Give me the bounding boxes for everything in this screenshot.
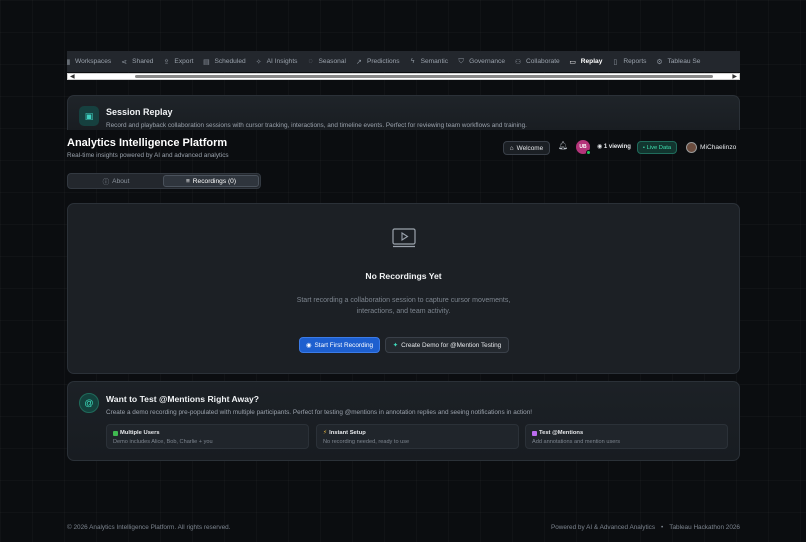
mention-demo-card: @ Want to Test @Mentions Right Away? Cre… [67, 381, 740, 461]
video-play-icon [392, 228, 416, 248]
grid-icon: ▦ [67, 58, 71, 66]
tab-replay[interactable]: ▭ Replay [569, 51, 612, 72]
tab-recordings[interactable]: ≡ Recordings (0) [163, 175, 259, 187]
tab-seasonal[interactable]: ◌ Seasonal [306, 51, 355, 72]
create-demo-button[interactable]: ✦ Create Demo for @Mention Testing [385, 337, 509, 353]
scroll-right-arrow-icon[interactable]: ▶ [732, 73, 737, 80]
sparkle-icon: ✦ [392, 342, 399, 349]
video-icon: ▣ [79, 106, 99, 126]
sparkle-icon: ✧ [255, 58, 262, 66]
feature-instant-setup: ⚡︎ Instant Setup No recording needed, rea… [316, 424, 519, 449]
feature-multiple-users: Multiple Users Demo includes Alice, Bob,… [106, 424, 309, 449]
info-icon: ⓘ [102, 179, 110, 186]
bolt-icon: ⚡︎ [323, 430, 328, 436]
empty-state-description: Start recording a collaboration session … [296, 297, 511, 315]
trend-icon: ↗ [356, 58, 362, 66]
users-icon [113, 430, 118, 436]
tab-collaborate[interactable]: ⚇ Collaborate [514, 51, 569, 72]
bolt-icon: ϟ [410, 58, 415, 65]
video-icon: ▭ [569, 58, 577, 66]
export-icon: ⇪ [163, 58, 170, 66]
tab-predictions[interactable]: ↗ Predictions [355, 51, 409, 72]
seasonal-icon: ◌ [308, 58, 313, 65]
user-avatar[interactable] [686, 142, 697, 153]
mention-card-description: Create a demo recording pre-populated wi… [106, 409, 533, 416]
footer-credits: Powered by AI & Advanced Analytics • Table… [550, 524, 740, 531]
tab-scheduled[interactable]: ▤ Scheduled [202, 51, 254, 72]
feature-test-mentions: Test @Mentions Add annotations and menti… [525, 424, 728, 449]
record-icon: ◉ [305, 342, 312, 349]
tab-scrollbar[interactable]: ◀ ▶ [67, 73, 740, 80]
viewers-count: ◉ 1 viewing [597, 144, 631, 150]
users-icon: ⚇ [514, 58, 522, 66]
session-replay-banner: ▣ Session Replay Record and playback col… [67, 95, 740, 130]
tab-semantic[interactable]: ϟ Semantic [409, 51, 458, 72]
view-toggle: ⓘ About ≡ Recordings (0) [67, 173, 261, 189]
tab-export[interactable]: ⇪ Export [162, 51, 202, 72]
tab-shared[interactable]: ⋖ Shared [120, 51, 162, 72]
bell-icon[interactable]: 🔔︎ [558, 141, 568, 150]
recordings-empty-state: No Recordings Yet Start recording a coll… [67, 203, 740, 374]
banner-title: Session Replay [106, 107, 173, 117]
share-icon: ⋖ [121, 58, 128, 66]
home-icon: ⌂ [509, 144, 514, 152]
avatar[interactable]: UB [576, 140, 591, 155]
mention-card-title: Want to Test @Mentions Right Away? [106, 394, 260, 404]
empty-state-title: No Recordings Yet [365, 271, 442, 281]
live-data-badge[interactable]: • Live Data [637, 141, 677, 154]
chat-icon [532, 430, 537, 436]
username[interactable]: MiChaelinzo [700, 144, 736, 151]
shield-icon: ⛉ [458, 57, 464, 65]
at-sign-icon: @ [79, 393, 99, 413]
scroll-left-arrow-icon[interactable]: ◀ [70, 73, 75, 80]
page-title: Analytics Intelligence Platform [67, 137, 228, 149]
footer-copyright: © 2026 Analytics Intelligence Platform. … [67, 524, 231, 531]
online-status-dot [586, 150, 591, 155]
tab-reports[interactable]: ▯ Reports [611, 51, 655, 72]
tab-tableau-settings[interactable]: ⚙ Tableau Se [655, 51, 709, 72]
gear-icon: ⚙ [656, 58, 663, 66]
banner-description: Record and playback collaboration sessio… [106, 122, 527, 129]
tab-governance[interactable]: ⛉ Governance [457, 51, 514, 72]
file-icon: ▯ [613, 58, 618, 66]
eye-icon: ◉ [597, 144, 604, 150]
page-header: Analytics Intelligence Platform Real-tim… [67, 137, 740, 163]
list-icon: ≡ [185, 177, 190, 185]
tab-bar: ▦Workspaces ⋖Shared ⇪Export ▤Scheduled ✧… [67, 51, 740, 72]
tab-about[interactable]: ⓘ About [69, 175, 163, 187]
tab-workspaces[interactable]: ▦Workspaces [67, 51, 120, 72]
welcome-button[interactable]: ⌂ Welcome [503, 141, 550, 155]
calendar-icon: ▤ [203, 58, 210, 66]
start-first-recording-button[interactable]: ◉ Start First Recording [299, 337, 380, 353]
scrollbar-thumb[interactable] [135, 75, 713, 78]
tab-ai-insights[interactable]: ✧ AI Insights [255, 51, 307, 72]
page-subtitle: Real-time insights powered by AI and adv… [67, 152, 229, 159]
